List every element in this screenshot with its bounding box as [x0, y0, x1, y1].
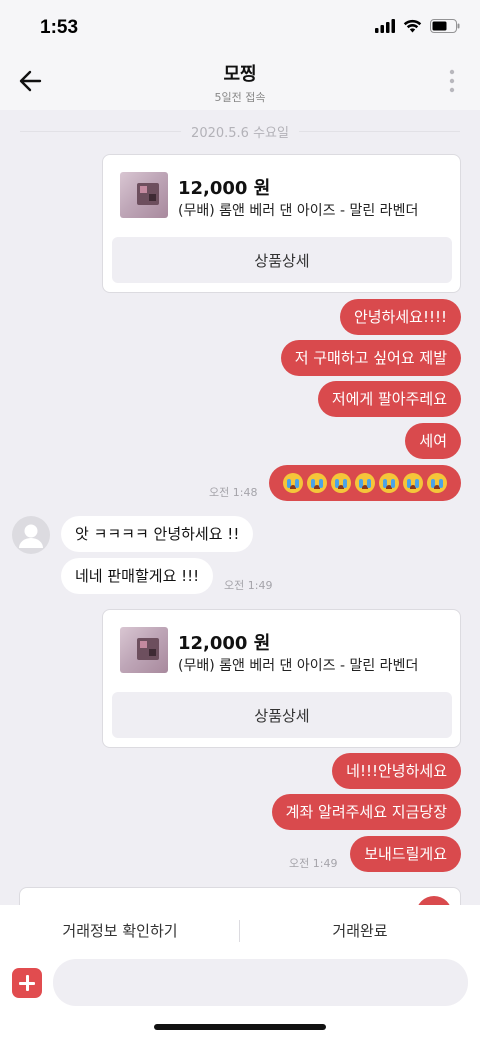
date-separator: 2020.5.6 수요일	[20, 120, 460, 142]
more-vertical-icon	[449, 69, 455, 93]
my-message-bubble: 저에게 팔아주레요	[317, 381, 461, 417]
crying-emoji-row	[283, 465, 447, 501]
my-message-bubble: 계좌 알려주세요 지금당장	[271, 794, 461, 830]
crying-face-icon	[355, 473, 375, 493]
chat-title-area: 모찡 5일전 접속	[0, 60, 480, 105]
product-detail-button[interactable]: 상품상세	[112, 692, 452, 738]
message-timestamp: 오전 1:49	[289, 857, 338, 870]
crying-face-icon	[331, 473, 351, 493]
bottom-bar: 거래정보 확인하기 거래완료	[0, 905, 480, 1039]
status-time: 1:53	[40, 17, 79, 38]
my-message-bubble: 네!!!안녕하세요	[332, 753, 461, 789]
chat-header: 모찡 5일전 접속	[0, 54, 480, 110]
product-name: (무배) 롬앤 베러 댄 아이즈 - 말린 라벤더	[178, 658, 419, 674]
more-options-button[interactable]	[442, 68, 462, 94]
crying-face-icon	[379, 473, 399, 493]
trade-info-button[interactable]: 거래정보 확인하기	[0, 905, 240, 957]
my-message-bubble: 세여	[405, 423, 461, 459]
partner-avatar[interactable]	[12, 516, 50, 554]
crying-face-icon	[403, 473, 423, 493]
my-message-bubble: 보내드릴게요	[350, 836, 461, 872]
message-input[interactable]	[53, 959, 468, 1006]
my-message-bubble: 안녕하세요!!!!	[339, 299, 461, 335]
home-indicator	[154, 1024, 326, 1030]
chat-partner-name: 모찡	[223, 64, 257, 85]
product-price: 12,000 원	[178, 178, 271, 199]
product-detail-button[interactable]: 상품상세	[112, 237, 452, 283]
product-card[interactable]: 12,000 원 (무배) 롬앤 베러 댄 아이즈 - 말린 라벤더 상품상세	[102, 609, 461, 748]
product-thumbnail	[120, 172, 168, 218]
my-message-bubble: 저 구매하고 싶어요 제발	[280, 340, 461, 376]
message-timestamp: 오전 1:48	[209, 486, 258, 499]
default-user-icon	[19, 524, 43, 548]
partner-message-bubble: 네네 판매할게요 !!!	[61, 558, 214, 594]
date-label: 2020.5.6 수요일	[181, 122, 299, 141]
crying-face-icon	[307, 473, 327, 493]
wifi-icon	[403, 19, 422, 33]
signal-icon	[375, 19, 395, 33]
product-card[interactable]: 12,000 원 (무배) 롬앤 베러 댄 아이즈 - 말린 라벤더 상품상세	[102, 154, 461, 293]
trade-complete-button[interactable]: 거래완료	[240, 905, 480, 957]
last-seen-status: 5일전 접속	[214, 91, 266, 104]
my-emoji-message-bubble	[269, 465, 461, 501]
product-name: (무배) 롬앤 베러 댄 아이즈 - 말린 라벤더	[178, 203, 419, 219]
crying-face-icon	[427, 473, 447, 493]
battery-icon	[430, 19, 460, 33]
partner-message-bubble: 앗 ㅋㅋㅋㅋ 안녕하세요 !!	[61, 516, 254, 552]
status-icons	[375, 19, 460, 33]
add-attachment-button[interactable]	[12, 968, 42, 998]
product-price: 12,000 원	[178, 633, 271, 654]
message-timestamp: 오전 1:49	[224, 579, 273, 592]
status-bar: 1:53	[0, 0, 480, 54]
crying-face-icon	[283, 473, 303, 493]
product-thumbnail	[120, 627, 168, 673]
